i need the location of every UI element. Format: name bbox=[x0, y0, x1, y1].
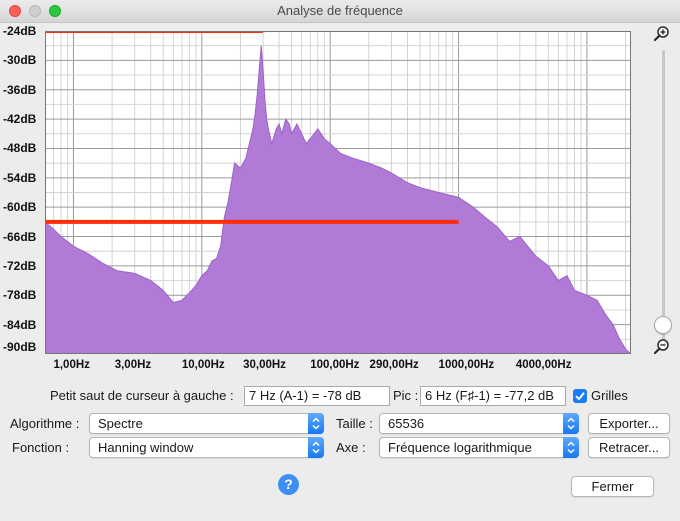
y-tick-label: -60dB bbox=[3, 200, 37, 215]
function-select[interactable]: Hanning window bbox=[89, 437, 324, 458]
y-tick-label: -48dB bbox=[3, 141, 37, 156]
y-tick-label: -54dB bbox=[3, 170, 37, 185]
size-value: 65536 bbox=[388, 416, 425, 431]
size-select[interactable]: 65536 bbox=[379, 413, 579, 434]
export-button[interactable]: Exporter... bbox=[588, 413, 670, 434]
help-icon[interactable]: ? bbox=[278, 474, 299, 495]
x-tick-label: 30,00Hz bbox=[243, 359, 286, 371]
chevron-updown-icon bbox=[563, 413, 579, 434]
chevron-updown-icon bbox=[563, 437, 579, 458]
y-tick-label: -66dB bbox=[3, 229, 37, 244]
y-tick-label: -30dB bbox=[3, 53, 37, 68]
axis-select[interactable]: Fréquence logarithmique bbox=[379, 437, 579, 458]
algorithm-select[interactable]: Spectre bbox=[89, 413, 324, 434]
y-tick-label: -24dB bbox=[3, 24, 37, 38]
y-tick-label: -42dB bbox=[3, 112, 37, 127]
grids-label: Grilles bbox=[591, 388, 628, 403]
size-label: Taille : bbox=[336, 416, 373, 431]
y-tick-label: -90dB bbox=[3, 340, 37, 354]
close-button[interactable]: Fermer bbox=[571, 476, 654, 497]
function-label: Fonction : bbox=[12, 440, 70, 455]
cursor-value-field[interactable]: 7 Hz (A-1) = -78 dB bbox=[244, 386, 390, 406]
x-tick-label: 1,00Hz bbox=[53, 359, 90, 371]
title-bar: Analyse de fréquence bbox=[0, 0, 680, 23]
chevron-updown-icon bbox=[308, 413, 324, 434]
y-tick-label: -78dB bbox=[3, 288, 37, 303]
x-tick-label: 290,00Hz bbox=[369, 359, 419, 371]
algorithm-value: Spectre bbox=[98, 416, 143, 431]
x-tick-label: 10,00Hz bbox=[181, 359, 225, 371]
peak-label: Pic : bbox=[393, 388, 419, 403]
x-tick-label: 1000,00Hz bbox=[438, 359, 495, 371]
chevron-updown-icon bbox=[308, 437, 324, 458]
zoom-slider-knob[interactable] bbox=[654, 316, 672, 334]
x-tick-label: 100,00Hz bbox=[310, 359, 360, 371]
x-tick-label: 4000,00Hz bbox=[515, 359, 572, 371]
axis-value: Fréquence logarithmique bbox=[388, 440, 532, 455]
replot-button[interactable]: Retracer... bbox=[588, 437, 670, 458]
y-tick-label: -72dB bbox=[3, 258, 37, 273]
axis-label: Axe : bbox=[336, 440, 366, 455]
zoom-out-icon[interactable] bbox=[653, 338, 671, 356]
zoom-slider-track[interactable] bbox=[662, 50, 665, 340]
grids-checkbox[interactable] bbox=[573, 389, 587, 403]
y-tick-label: -36dB bbox=[3, 82, 37, 97]
window-title: Analyse de fréquence bbox=[277, 3, 403, 18]
function-value: Hanning window bbox=[98, 440, 194, 455]
zoom-in-icon[interactable] bbox=[653, 25, 671, 43]
cursor-label: Petit saut de curseur à gauche : bbox=[50, 388, 234, 403]
x-tick-label: 3,00Hz bbox=[114, 359, 152, 371]
checkmark-icon bbox=[575, 392, 585, 401]
y-tick-label: -84dB bbox=[3, 317, 37, 332]
peak-value-field[interactable]: 6 Hz (F♯-1) = -77,2 dB bbox=[420, 386, 566, 406]
spectrum-plot[interactable] bbox=[45, 31, 631, 354]
algorithm-label: Algorithme : bbox=[10, 416, 80, 431]
